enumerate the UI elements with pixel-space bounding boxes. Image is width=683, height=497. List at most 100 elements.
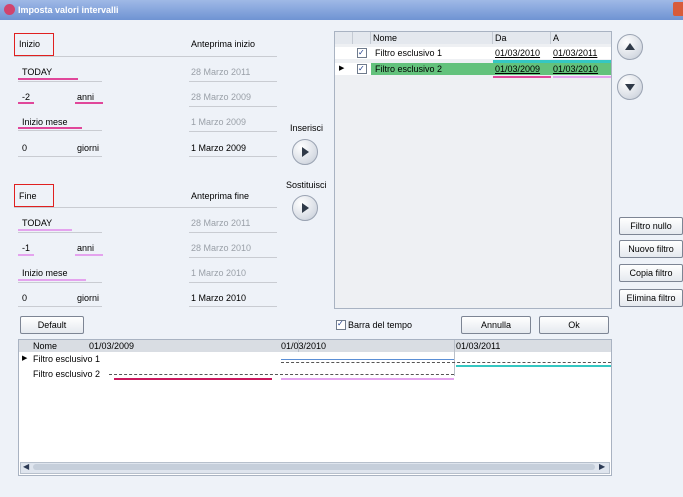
- move-down-button[interactable]: [617, 74, 643, 100]
- end-header-line: [14, 207, 277, 208]
- timeline-row-label: Filtro esclusivo 1: [33, 354, 101, 364]
- end-unit-4[interactable]: giorni: [77, 293, 99, 303]
- row-to: 01/03/2011: [553, 48, 598, 58]
- end-preview-header: Anteprima fine: [191, 191, 250, 201]
- start-value-1-marker: [18, 78, 78, 80]
- end-value-3-line: [18, 282, 102, 283]
- replace-button[interactable]: [292, 195, 318, 221]
- close-button[interactable]: [673, 2, 683, 16]
- scrollbar-thumb[interactable]: [33, 464, 595, 470]
- filters-grid: Nome Da A Filtro esclusivo 1 01/03/2010 …: [334, 31, 612, 309]
- start-value-4[interactable]: 0: [22, 143, 27, 153]
- row-2-bar-lilac: [281, 378, 454, 380]
- insert-button[interactable]: [292, 139, 318, 165]
- arrow-up-icon: [625, 43, 635, 50]
- start-header: Inizio: [19, 39, 41, 49]
- horizontal-scrollbar[interactable]: ◀ ▶: [20, 462, 610, 474]
- table-row[interactable]: ▶ Filtro esclusivo 2 01/03/2009 01/03/20…: [335, 63, 611, 75]
- end-header: Fine: [19, 191, 37, 201]
- end-value-4-line: [18, 306, 102, 307]
- end-value-2[interactable]: -1: [22, 243, 30, 253]
- start-unit-2[interactable]: anni: [77, 92, 94, 102]
- row-checkbox[interactable]: [357, 47, 367, 59]
- app-icon: [4, 4, 15, 15]
- filtro-nullo-button[interactable]: Filtro nullo: [619, 217, 683, 235]
- end-value-2-marker: [18, 254, 34, 256]
- timeline-date-3: 01/03/2011: [456, 341, 501, 351]
- col-name[interactable]: Nome: [371, 32, 493, 44]
- start-preview-1: 28 Marzo 2011: [191, 67, 251, 77]
- start-header-line: [14, 56, 277, 57]
- start-value-3-line: [18, 130, 102, 131]
- start-value-2[interactable]: -2: [22, 92, 30, 102]
- scroll-right-icon[interactable]: ▶: [599, 462, 605, 471]
- row-2-bar-magenta: [114, 378, 272, 380]
- grid-check-header: [353, 32, 371, 44]
- table-row[interactable]: Filtro esclusivo 1 01/03/2010 01/03/2011: [335, 47, 611, 59]
- timeline-grid: Nome 01/03/2009 01/03/2010 01/03/2011 ▶ …: [18, 339, 612, 476]
- start-preview-3-line: [189, 131, 277, 132]
- start-preview-2-line: [189, 106, 277, 107]
- start-preview-4-line: [189, 156, 277, 157]
- row-checkbox[interactable]: [357, 63, 367, 75]
- row-from: 01/03/2010: [495, 48, 541, 58]
- end-preview-2: 28 Marzo 2010: [191, 243, 252, 253]
- start-value-1[interactable]: TODAY: [22, 67, 52, 77]
- end-preview-4-line: [189, 306, 277, 307]
- nuovo-filtro-button[interactable]: Nuovo filtro: [619, 240, 683, 258]
- row-pointer-icon: ▶: [339, 65, 345, 72]
- end-value-3[interactable]: Inizio mese: [22, 268, 68, 278]
- start-value-4-line: [18, 156, 102, 157]
- start-value-3-marker: [18, 127, 82, 129]
- default-button[interactable]: Default: [20, 316, 84, 334]
- timeline-header-right: [299, 340, 611, 352]
- start-value-1-line: [18, 81, 102, 82]
- start-value-2-marker: [18, 102, 34, 104]
- end-preview-1-line: [189, 232, 277, 233]
- row-name: Filtro esclusivo 1: [375, 48, 443, 58]
- scroll-left-icon[interactable]: ◀: [23, 462, 29, 471]
- end-preview-4: 1 Marzo 2010: [191, 293, 247, 303]
- end-unit-2-marker: [75, 254, 103, 256]
- copia-filtro-button[interactable]: Copia filtro: [619, 264, 683, 282]
- end-value-1-line: [18, 232, 102, 233]
- end-value-1-marker: [18, 229, 72, 231]
- timebar-checkbox[interactable]: [336, 319, 346, 330]
- window-title: Imposta valori intervalli: [18, 5, 119, 15]
- arrow-down-icon: [625, 84, 635, 91]
- timeline-name-header: Nome: [33, 341, 58, 351]
- elimina-filtro-button[interactable]: Elimina filtro: [619, 289, 683, 307]
- end-value-1[interactable]: TODAY: [22, 218, 52, 228]
- row-name: Filtro esclusivo 2: [375, 64, 443, 74]
- end-preview-3: 1 Marzo 2010: [191, 268, 247, 278]
- insert-label: Inserisci: [290, 123, 324, 133]
- start-preview-header: Anteprima inizio: [191, 39, 256, 49]
- ok-button[interactable]: Ok: [539, 316, 609, 334]
- row-2-from-marker: [493, 76, 551, 78]
- col-to[interactable]: A: [551, 32, 611, 44]
- start-unit-2-marker: [75, 102, 103, 104]
- end-value-4[interactable]: 0: [22, 293, 27, 303]
- start-preview-3: 1 Marzo 2009: [191, 117, 247, 127]
- row-2-to-marker: [553, 76, 611, 78]
- row-2-bar-dashed: [109, 374, 454, 376]
- row-to: 01/03/2010: [553, 64, 599, 74]
- cancel-button[interactable]: Annulla: [461, 316, 531, 334]
- title-bar: Imposta valori intervalli: [0, 0, 683, 20]
- start-unit-4[interactable]: giorni: [77, 143, 99, 153]
- play-icon: [302, 147, 309, 157]
- timeline-header-left: [19, 340, 299, 352]
- start-value-3[interactable]: Inizio mese: [22, 117, 68, 127]
- start-preview-2: 28 Marzo 2009: [191, 92, 252, 102]
- start-preview-1-line: [189, 81, 277, 82]
- row-1-bar-dashed: [281, 362, 611, 364]
- row-pointer-icon: ▶: [22, 355, 28, 362]
- play-icon: [302, 203, 309, 213]
- row-1-bar-teal: [456, 365, 611, 367]
- move-up-button[interactable]: [617, 34, 643, 60]
- start-preview-4: 1 Marzo 2009: [191, 143, 247, 153]
- col-from[interactable]: Da: [493, 32, 551, 44]
- end-unit-2[interactable]: anni: [77, 243, 94, 253]
- replace-label: Sostituisci: [286, 180, 327, 190]
- end-preview-1: 28 Marzo 2011: [191, 218, 251, 228]
